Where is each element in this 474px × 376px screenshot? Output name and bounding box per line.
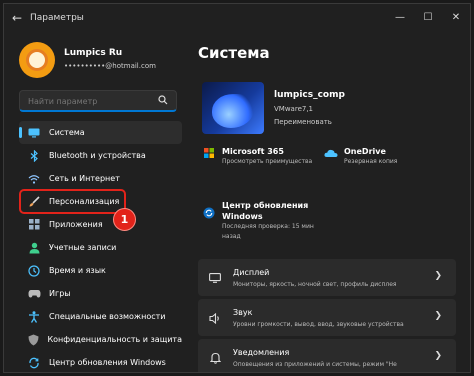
sidebar-item-label: Время и язык — [49, 266, 106, 275]
back-arrow-icon[interactable]: ← — [4, 11, 30, 25]
sidebar-item[interactable]: Время и язык — [19, 259, 182, 282]
personalization-highlight — [19, 189, 126, 214]
wifi-icon — [27, 172, 41, 186]
settings-card[interactable]: Звук Уровни громкости, вывод, ввод, звуко… — [198, 299, 456, 336]
sidebar-item-label: Игры — [49, 289, 71, 298]
chevron-right-icon: ❯ — [434, 271, 442, 281]
cloud-icon — [324, 146, 338, 160]
ms365-title: Microsoft 365 — [222, 147, 284, 156]
rename-link[interactable]: Переименовать — [274, 118, 332, 126]
ms365-tile[interactable]: Microsoft 365 Просмотреть преимущества — [202, 146, 312, 167]
window-title: Параметры — [30, 13, 84, 23]
sidebar-item-label: Конфиденциальность и защита — [47, 335, 182, 344]
avatar[interactable] — [19, 42, 55, 78]
accessibility-icon — [27, 310, 41, 324]
microsoft-logo-icon — [202, 146, 216, 160]
bluetooth-icon — [27, 149, 41, 163]
sidebar-item[interactable]: Bluetooth и устройства — [19, 144, 182, 167]
settings-card[interactable]: Дисплей Мониторы, яркость, ночной свет, п… — [198, 259, 456, 296]
search-box[interactable] — [19, 90, 177, 112]
sidebar-item[interactable]: Специальные возможности — [19, 305, 182, 328]
sidebar-item[interactable]: Приложения — [19, 213, 182, 236]
desktop-wallpaper-thumbnail[interactable] — [202, 82, 264, 134]
onedrive-tile[interactable]: OneDrive Резервная копия — [324, 146, 397, 167]
apps-icon — [27, 218, 41, 232]
sidebar-item[interactable]: Система — [19, 121, 182, 144]
sidebar-item-label: Bluetooth и устройства — [49, 151, 146, 160]
sidebar-item-label: Центр обновления Windows — [49, 358, 166, 367]
main-panel: Система lumpics_comp VMware7,1 Переимено… — [194, 4, 470, 372]
settings-card-subtitle: Мониторы, яркость, ночной свет, профиль … — [233, 281, 397, 288]
sidebar-item-label: Приложения — [49, 220, 103, 229]
update-title-line1: Центр обновления — [222, 201, 309, 210]
settings-card-title: Дисплей — [233, 268, 270, 277]
monitor-icon — [27, 126, 41, 140]
sidebar-item[interactable]: Сеть и Интернет — [19, 167, 182, 190]
update-title-line2: Windows — [222, 212, 263, 221]
windows-update-tile[interactable]: Центр обновления Windows Последняя прове… — [202, 200, 314, 242]
settings-card[interactable]: Уведомления Оповещения из приложений и си… — [198, 339, 456, 372]
user-email: ••••••••••@hotmail.com — [64, 62, 156, 70]
search-icon[interactable] — [158, 95, 168, 108]
person-icon — [27, 241, 41, 255]
sidebar-nav: Система Bluetooth и устройства Сеть и Инте… — [19, 121, 182, 372]
pc-name: lumpics_comp — [274, 90, 345, 100]
sidebar-item-label: Сеть и Интернет — [49, 174, 120, 183]
gamepad-icon — [27, 287, 41, 301]
settings-card-title: Звук — [233, 308, 253, 317]
sidebar-item[interactable]: Игры — [19, 282, 182, 305]
shield-icon — [27, 333, 39, 347]
sidebar-item-label: Система — [49, 128, 85, 137]
onedrive-title: OneDrive — [344, 147, 386, 156]
page-title: Система — [198, 44, 270, 62]
update-icon — [27, 356, 41, 370]
settings-window: ← Параметры — ☐ ✕ Lumpics Ru ••••••••••@… — [3, 3, 471, 373]
settings-list: Дисплей Мониторы, яркость, ночной свет, п… — [198, 259, 456, 372]
sidebar-item-label: Специальные возможности — [49, 312, 166, 321]
chevron-right-icon: ❯ — [434, 311, 442, 321]
sidebar-item[interactable]: Учетные записи — [19, 236, 182, 259]
sidebar-item[interactable]: Центр обновления Windows — [19, 351, 182, 372]
step-badge: 1 — [113, 208, 136, 231]
sidebar-item[interactable]: Конфиденциальность и защита — [19, 328, 182, 351]
pc-model: VMware7,1 — [274, 105, 314, 113]
search-input[interactable] — [20, 91, 160, 111]
onedrive-subtitle: Резервная копия — [344, 158, 398, 165]
settings-card-title: Уведомления — [233, 348, 290, 357]
update-subtitle-line2: назад — [222, 233, 241, 240]
ms365-subtitle: Просмотреть преимущества — [222, 158, 313, 165]
user-name: Lumpics Ru — [64, 48, 123, 58]
settings-card-subtitle: Уровни громкости, вывод, ввод, звуковые … — [233, 321, 404, 328]
display-icon — [208, 271, 222, 285]
globe-clock-icon — [27, 264, 41, 278]
update-subtitle-line1: Последняя проверка: 15 мин — [222, 223, 314, 230]
chevron-right-icon: ❯ — [434, 351, 442, 361]
settings-card-subtitle: Оповещения из приложений и системы, режи… — [233, 361, 397, 368]
sidebar-item-label: Учетные записи — [49, 243, 117, 252]
speaker-icon — [208, 311, 222, 325]
update-icon — [202, 206, 216, 220]
bell-icon — [208, 351, 222, 365]
